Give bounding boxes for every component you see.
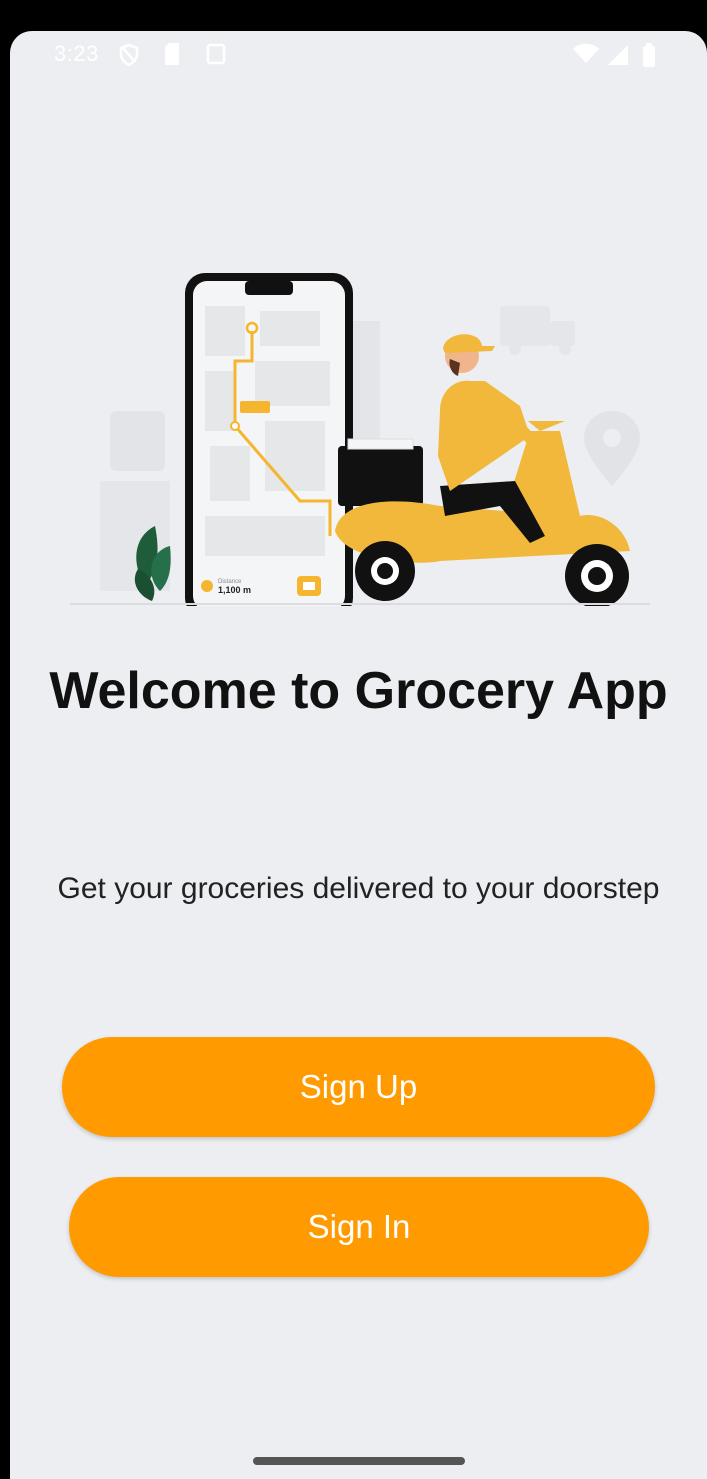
delivery-illustration: Distance 1,100 m [70,273,650,606]
location-pin-icon [584,411,640,486]
sign-in-button[interactable]: Sign In [69,1177,649,1277]
status-bar: 3:23 [10,31,707,79]
truck-icon [500,306,575,355]
signal-icon [608,45,628,65]
map-distance-value: 1,100 m [218,585,251,595]
home-indicator[interactable] [253,1457,465,1465]
phone-map: Distance 1,100 m [185,273,353,606]
welcome-title: Welcome to Grocery App [49,662,668,720]
wifi-icon [573,43,599,63]
app-screen: 3:23 Distance 1,100 m Welcome to Grocery… [10,31,707,1479]
device-frame: 3:23 Distance 1,100 m Welcome to Grocery… [0,0,707,1479]
welcome-subtitle: Get your groceries delivered to your doo… [57,872,660,905]
sign-up-button[interactable]: Sign Up [62,1037,655,1137]
shield-icon [119,43,139,67]
status-time: 3:23 [54,41,99,66]
battery-icon [643,43,655,67]
screen-icon [206,43,226,65]
sim-card-icon [165,43,179,65]
